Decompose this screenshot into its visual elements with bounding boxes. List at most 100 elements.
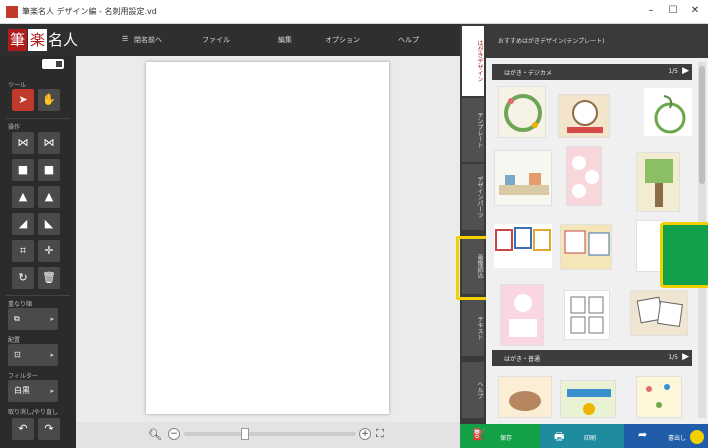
tab-templates[interactable]: テンプレート xyxy=(462,98,484,162)
app-logo: 筆楽名人 xyxy=(8,29,106,51)
design-page[interactable] xyxy=(146,62,389,414)
trash-icon[interactable]: 🗑 xyxy=(38,267,60,289)
menu-item-edit[interactable]: 編集 xyxy=(278,35,292,45)
logo-char-1: 筆 xyxy=(8,29,28,51)
template-thumbnail[interactable] xyxy=(560,224,612,270)
menu-icon[interactable]: ☰ xyxy=(122,35,128,43)
plus-icon[interactable]: ✛ xyxy=(38,240,60,262)
hand-tool-icon[interactable]: ✋ xyxy=(38,89,60,111)
template-thumbnail[interactable] xyxy=(644,88,692,136)
template-thumbnail[interactable] xyxy=(630,290,688,336)
rotate-icon[interactable]: ↻ xyxy=(12,267,34,289)
menu-item-close-name[interactable]: 閉名前へ xyxy=(134,35,162,45)
maximize-icon[interactable]: ☐ xyxy=(666,5,680,16)
template-thumbnail[interactable] xyxy=(494,150,552,206)
template-thumbnail[interactable] xyxy=(500,284,544,346)
template-thumbnail[interactable] xyxy=(498,86,546,138)
template-thumbnail[interactable] xyxy=(636,152,680,212)
photo-frames-icon xyxy=(564,230,610,256)
chevron-right-icon: ▸ xyxy=(50,315,54,323)
highlight-green-block xyxy=(660,222,708,288)
grid-layout-icon xyxy=(570,296,604,334)
crop-icon[interactable]: ⌗ xyxy=(12,240,34,262)
stack-order-dropdown[interactable]: ⧉ ▸ xyxy=(8,308,58,330)
chevron-right-icon: ▸ xyxy=(50,351,54,359)
template-thumbnail[interactable] xyxy=(564,290,610,340)
canvas-area xyxy=(76,56,460,422)
category-header[interactable]: はがき・デジカメ 1/5 ▶ xyxy=(492,64,692,80)
fit-screen-icon[interactable]: ⛶ xyxy=(376,427,384,441)
redo-icon[interactable]: ↷ xyxy=(38,418,60,440)
category-label: はがき・デジカメ xyxy=(504,70,553,77)
title-bar: 筆楽名人 デザイン編 - 名刺用設定.vd – ☐ ✕ xyxy=(0,0,708,24)
leaf-circle-icon xyxy=(654,95,686,134)
window-title: 筆楽名人 デザイン編 - 名刺用設定.vd xyxy=(22,7,157,16)
template-thumbnail[interactable] xyxy=(498,376,552,418)
app-icon xyxy=(6,6,18,18)
menu-item-file[interactable]: ファイル xyxy=(202,35,230,45)
frame-circle-icon xyxy=(567,100,603,133)
template-thumbnail[interactable] xyxy=(558,94,610,138)
template-thumbnail[interactable] xyxy=(494,224,552,268)
zoom-out-button[interactable]: − xyxy=(168,428,180,440)
menu-item-help[interactable]: ヘルプ xyxy=(398,35,419,45)
bring-front-icon[interactable]: ▲ xyxy=(38,186,60,208)
select-tool-icon[interactable]: ➤ xyxy=(12,89,34,111)
background-spacer xyxy=(8,58,36,72)
tab-help[interactable]: ヘルプ xyxy=(462,362,484,418)
pink-card-icon xyxy=(509,294,537,337)
minimize-icon[interactable]: – xyxy=(644,5,658,16)
template-thumbnail[interactable] xyxy=(566,146,602,206)
save-label: 保存 xyxy=(500,435,513,442)
align-label: 配置 xyxy=(8,337,21,344)
menu-item-options[interactable]: オプション xyxy=(325,35,360,45)
zoom-slider-thumb[interactable] xyxy=(241,428,249,440)
stack-icon: ⧉ xyxy=(14,314,20,323)
move-down-icon[interactable]: ◣ xyxy=(38,213,60,235)
background-toggle[interactable] xyxy=(42,59,64,69)
template-panel-header: おすすめはがきデザイン(テンプレート) xyxy=(486,24,708,58)
center-h-icon[interactable]: ⋈ xyxy=(12,132,34,154)
move-up-icon[interactable]: ◢ xyxy=(12,213,34,235)
tool-panel: 背景 ツール ➤ ✋ 操作 ⋈ ⋈ ■ ■ ▲ ▲ ◢ ◣ ⌗ ✛ ↻ 🗑 重な… xyxy=(0,56,76,448)
print-label: 印刷 xyxy=(584,435,597,442)
tab-text[interactable]: テキスト xyxy=(462,300,484,356)
flower-wreath-icon xyxy=(504,94,542,132)
polaroid-icon xyxy=(636,296,683,327)
align-dropdown[interactable]: ⊡ ▸ xyxy=(8,344,58,366)
tab-design-parts[interactable]: デザインパーツ xyxy=(462,164,484,230)
tab-postcard-design[interactable]: はがきデザイン xyxy=(462,26,484,96)
next-arrow-icon[interactable]: ▶ xyxy=(682,66,689,76)
stack-order-label: 重なり順 xyxy=(8,301,33,308)
center-v-icon[interactable]: ⋈ xyxy=(38,132,60,154)
template-thumbnail[interactable] xyxy=(636,376,682,418)
photo-grid-icon xyxy=(495,227,551,251)
zoom-icon[interactable]: 🔍︎ xyxy=(148,428,162,441)
confetti-card-icon xyxy=(646,384,670,408)
zoom-slider[interactable] xyxy=(184,428,356,440)
zoom-in-button[interactable]: + xyxy=(359,428,371,440)
template-thumbnail[interactable] xyxy=(560,380,616,418)
scrollbar-thumb[interactable] xyxy=(699,66,705,184)
next-arrow-icon[interactable]: ▶ xyxy=(682,352,689,362)
save-button[interactable]: ⛽ 保存 xyxy=(460,424,540,448)
circle-frames-icon xyxy=(572,156,599,198)
undo-icon[interactable]: ↶ xyxy=(12,418,34,440)
print-button[interactable]: 🖶 印刷 xyxy=(540,424,624,448)
treehouse-icon xyxy=(645,159,673,207)
category-count: 1/5 xyxy=(668,354,678,361)
export-label: 書出し xyxy=(668,435,687,442)
arrange-label: 操作 xyxy=(8,124,21,131)
tool-label: ツール xyxy=(8,82,27,89)
filter-dropdown[interactable]: 白黒 ▸ xyxy=(8,380,58,402)
undo-redo-label: 取り消し/やり直し xyxy=(8,409,59,416)
close-icon[interactable]: ✕ xyxy=(688,5,702,16)
fill-alt-icon[interactable]: ■ xyxy=(38,159,60,181)
export-icon: ➦ xyxy=(638,428,648,441)
filter-label: フィルター xyxy=(8,373,38,380)
vertical-tabs: はがきデザイン テンプレート デザインパーツ 画像読込 テキスト ヘルプ xyxy=(460,24,486,424)
category-header[interactable]: はがき・普通 1/5 ▶ xyxy=(492,350,692,366)
zoom-bar: 🔍︎ − + ⛶ xyxy=(76,422,460,448)
fill-icon[interactable]: ■ xyxy=(12,159,34,181)
bring-up-icon[interactable]: ▲ xyxy=(12,186,34,208)
